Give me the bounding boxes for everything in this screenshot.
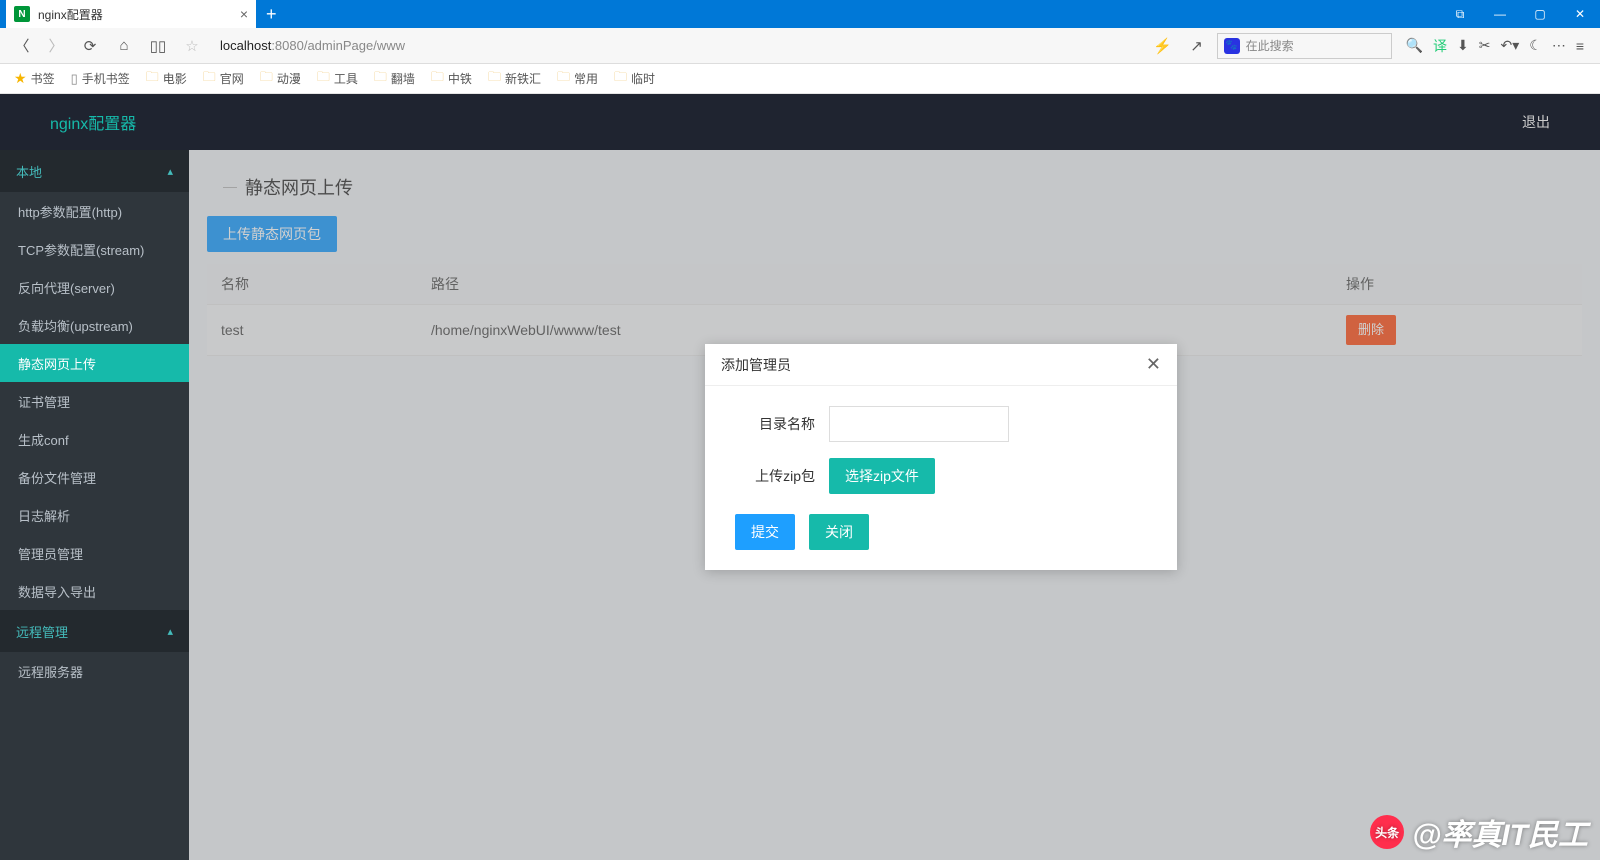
bookmark-folder[interactable]: 🗀中铁 xyxy=(425,66,478,92)
bookmarks-label: 书签 xyxy=(31,70,55,87)
darkmode-icon[interactable]: ☾ xyxy=(1529,37,1542,54)
favorite-icon[interactable]: ☆ xyxy=(178,32,206,60)
baidu-icon: 🐾 xyxy=(1224,38,1240,54)
browser-navbar: 〈 〉 ⟳ ⌂ ▯▯ ☆ localhost:8080/adminPage/ww… xyxy=(0,28,1600,64)
flash-icon[interactable]: ⚡ xyxy=(1149,32,1177,60)
bookmark-folder[interactable]: 🗀工具 xyxy=(311,66,364,92)
app-header: nginx配置器 退出 xyxy=(0,94,1600,150)
sidebar-item-tcp[interactable]: TCP参数配置(stream) xyxy=(0,230,189,268)
folder-icon: 🗀 xyxy=(614,68,627,90)
dialog-header: 添加管理员 ✕ xyxy=(705,344,1177,386)
choose-zip-button[interactable]: 选择zip文件 xyxy=(829,458,935,494)
submit-button[interactable]: 提交 xyxy=(735,514,795,550)
chevron-up-icon: ▴ xyxy=(167,625,173,638)
folder-icon: 🗀 xyxy=(374,68,387,90)
extension-icon[interactable]: ⧉ xyxy=(1440,0,1480,28)
nginx-favicon-icon: N xyxy=(14,6,30,22)
bookmark-folder[interactable]: 🗀官网 xyxy=(197,66,250,92)
label-dirname: 目录名称 xyxy=(735,414,815,434)
new-tab-button[interactable]: + xyxy=(256,4,287,25)
bookmark-mobile[interactable]: ▯ 手机书签 xyxy=(65,68,136,89)
close-button[interactable]: 关闭 xyxy=(809,514,869,550)
label-upload-zip: 上传zip包 xyxy=(735,466,815,486)
home-button[interactable]: ⌂ xyxy=(110,32,138,60)
folder-icon: 🗀 xyxy=(488,68,501,90)
bookmark-folder[interactable]: 🗀动漫 xyxy=(254,66,307,92)
bookmark-folder[interactable]: 🗀常用 xyxy=(551,66,604,92)
search-box[interactable]: 🐾 在此搜索 xyxy=(1217,33,1392,59)
minimize-button[interactable]: ― xyxy=(1480,0,1520,28)
sidebar-item-remote-server[interactable]: 远程服务器 xyxy=(0,652,189,690)
sidebar-item-cert[interactable]: 证书管理 xyxy=(0,382,189,420)
tab-close-icon[interactable]: × xyxy=(240,6,248,22)
dirname-input[interactable] xyxy=(829,406,1009,442)
url-host: localhost xyxy=(220,38,271,53)
add-admin-dialog: 添加管理员 ✕ 目录名称 上传zip包 选择zip文件 提交 关闭 xyxy=(705,344,1177,570)
folder-icon: 🗀 xyxy=(146,68,159,90)
share-icon[interactable]: ↗ xyxy=(1183,32,1211,60)
bookmark-folder[interactable]: 🗀临时 xyxy=(608,66,661,92)
folder-icon: 🗀 xyxy=(260,68,273,90)
sidebar: 本地 ▴ http参数配置(http) TCP参数配置(stream) 反向代理… xyxy=(0,150,189,860)
sidebar-item-data[interactable]: 数据导入导出 xyxy=(0,572,189,610)
phone-icon: ▯ xyxy=(71,71,78,87)
watermark: 头条 @率真IT民工 xyxy=(1370,810,1588,854)
url-path: :8080/adminPage/www xyxy=(271,38,405,53)
download-icon[interactable]: ⬇ xyxy=(1457,37,1469,54)
bookmark-folder[interactable]: 🗀新铁汇 xyxy=(482,66,547,92)
folder-icon: 🗀 xyxy=(557,68,570,90)
menu-icon[interactable]: ≡ xyxy=(1576,38,1584,54)
sidebar-item-http[interactable]: http参数配置(http) xyxy=(0,192,189,230)
sidebar-item-conf[interactable]: 生成conf xyxy=(0,420,189,458)
app-logo: nginx配置器 xyxy=(50,110,136,134)
browser-titlebar: 🌐 N nginx配置器 × + ⧉ ― ▢ ✕ xyxy=(0,0,1600,28)
sidebar-group-local[interactable]: 本地 ▴ xyxy=(0,150,189,192)
dialog-title: 添加管理员 xyxy=(721,355,791,375)
window-controls: ⧉ ― ▢ ✕ xyxy=(1440,0,1600,28)
bookmark-folder[interactable]: 🗀翻墙 xyxy=(368,66,421,92)
more-icon[interactable]: ⋯ xyxy=(1552,37,1566,54)
maximize-button[interactable]: ▢ xyxy=(1520,0,1560,28)
browser-tab[interactable]: N nginx配置器 × xyxy=(6,0,256,28)
search-placeholder: 在此搜索 xyxy=(1246,37,1294,54)
address-bar[interactable]: localhost:8080/adminPage/www xyxy=(212,32,1143,60)
undo-icon[interactable]: ↶▾ xyxy=(1501,37,1520,54)
forward-button[interactable]: 〉 xyxy=(42,32,70,60)
folder-icon: 🗀 xyxy=(203,68,216,90)
dialog-close-icon[interactable]: ✕ xyxy=(1146,354,1161,375)
sidebar-item-server[interactable]: 反向代理(server) xyxy=(0,268,189,306)
reader-icon[interactable]: ▯▯ xyxy=(144,32,172,60)
sidebar-item-admin[interactable]: 管理员管理 xyxy=(0,534,189,572)
bookmarks-bar: ★ 书签 ▯ 手机书签 🗀电影 🗀官网 🗀动漫 🗀工具 🗀翻墙 🗀中铁 🗀新铁汇… xyxy=(0,64,1600,94)
translate-icon[interactable]: 译 xyxy=(1433,36,1447,56)
toutiao-logo-icon: 头条 xyxy=(1370,815,1404,849)
chevron-up-icon: ▴ xyxy=(167,165,173,178)
main-content: 静态网页上传 上传静态网页包 名称 路径 操作 test /home/nginx… xyxy=(189,150,1600,860)
star-icon: ★ xyxy=(14,70,27,87)
search-icon[interactable]: 🔍 xyxy=(1406,37,1423,54)
folder-icon: 🗀 xyxy=(431,68,444,90)
bookmarks-root[interactable]: ★ 书签 xyxy=(8,68,61,89)
sidebar-item-upstream[interactable]: 负载均衡(upstream) xyxy=(0,306,189,344)
back-button[interactable]: 〈 xyxy=(8,32,36,60)
folder-icon: 🗀 xyxy=(317,68,330,90)
sidebar-item-static-upload[interactable]: 静态网页上传 xyxy=(0,344,189,382)
close-window-button[interactable]: ✕ xyxy=(1560,0,1600,28)
bookmark-folder[interactable]: 🗀电影 xyxy=(140,66,193,92)
sidebar-item-logs[interactable]: 日志解析 xyxy=(0,496,189,534)
sidebar-item-backup[interactable]: 备份文件管理 xyxy=(0,458,189,496)
reload-button[interactable]: ⟳ xyxy=(76,32,104,60)
logout-link[interactable]: 退出 xyxy=(1522,112,1550,132)
cut-icon[interactable]: ✂ xyxy=(1479,37,1491,54)
tab-title: nginx配置器 xyxy=(38,6,103,23)
sidebar-group-remote[interactable]: 远程管理 ▴ xyxy=(0,610,189,652)
